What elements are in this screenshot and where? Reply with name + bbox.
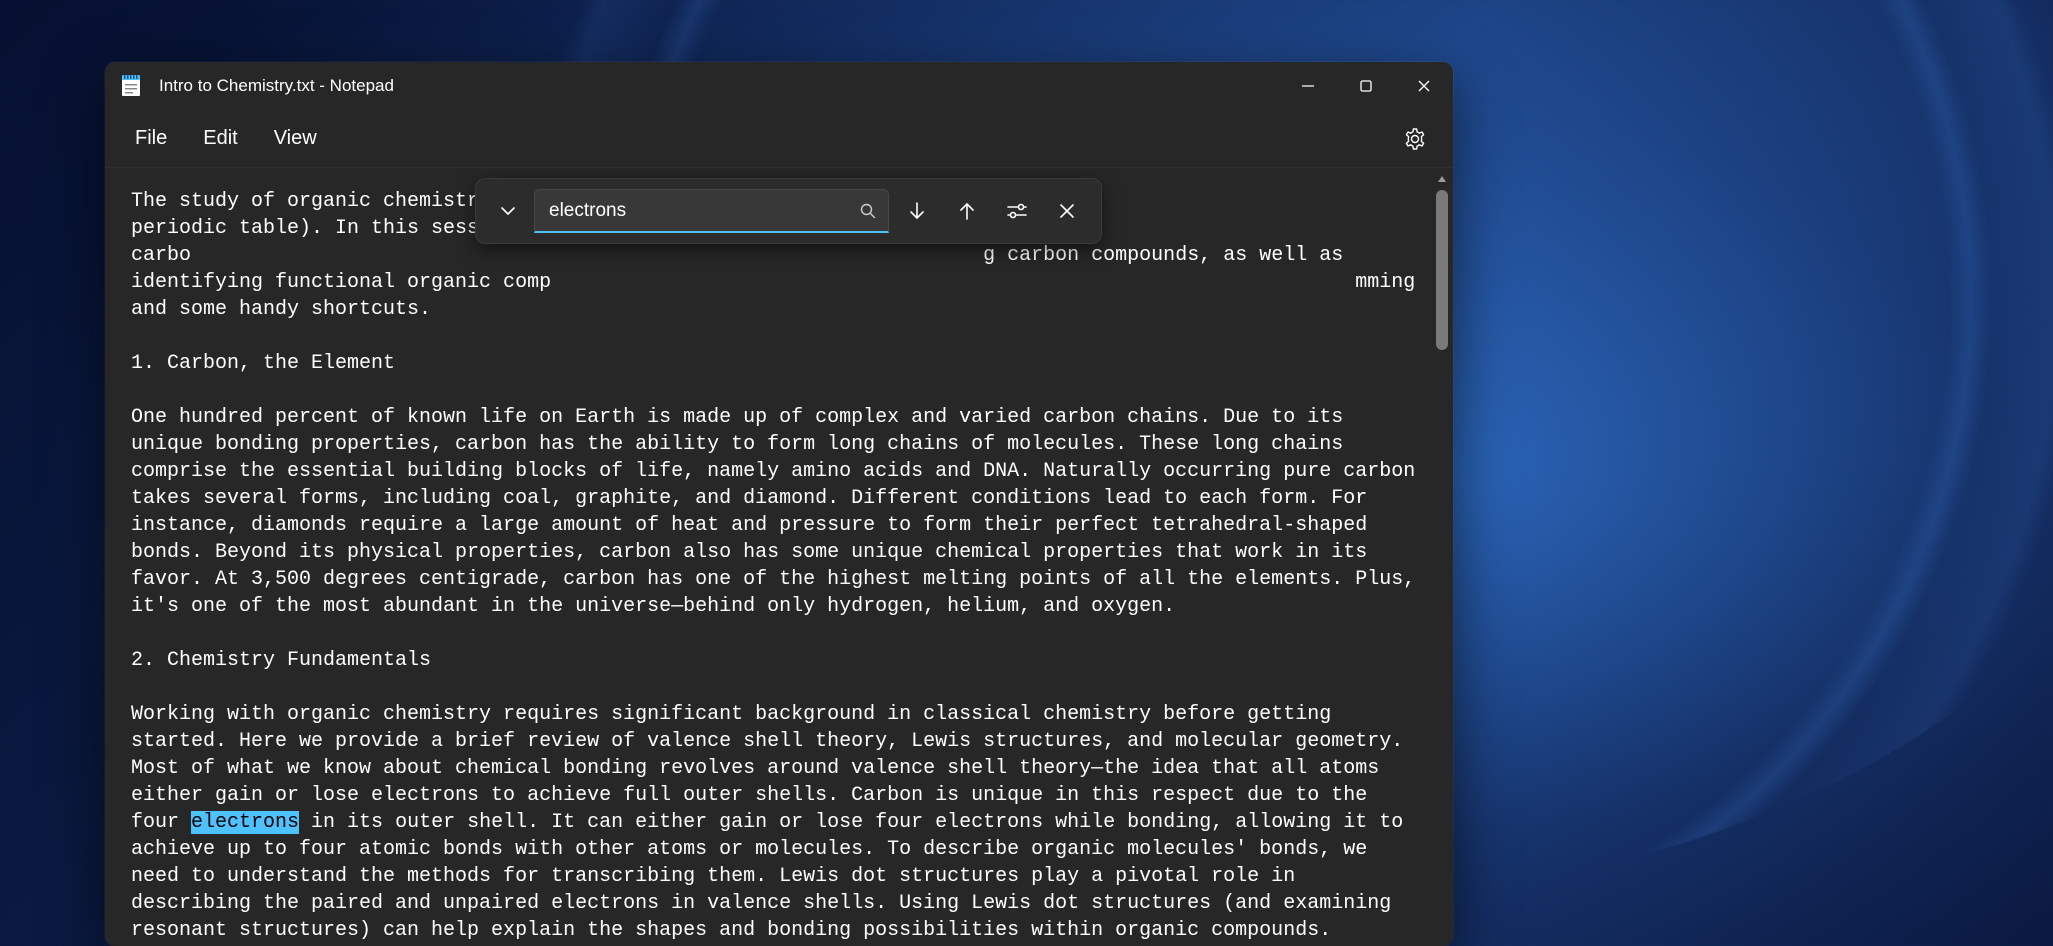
text-area-container: The study of organic chemistry and XXXXX… — [105, 168, 1453, 946]
find-options-button[interactable] — [995, 189, 1039, 233]
find-previous-button[interactable] — [945, 189, 989, 233]
notepad-app-icon — [121, 75, 141, 97]
find-next-button[interactable] — [895, 189, 939, 233]
find-close-button[interactable] — [1045, 189, 1089, 233]
close-button[interactable] — [1395, 62, 1453, 110]
sliders-icon — [1005, 199, 1029, 223]
find-expand-toggle[interactable] — [488, 191, 528, 231]
menu-file[interactable]: File — [117, 119, 185, 158]
menu-view[interactable]: View — [256, 119, 335, 158]
search-icon[interactable] — [858, 201, 878, 221]
window-controls — [1279, 62, 1453, 110]
arrow-up-icon — [956, 200, 978, 222]
document-text[interactable]: The study of organic chemistry and XXXXX… — [105, 168, 1453, 946]
find-bar — [475, 178, 1102, 244]
gear-icon — [1403, 127, 1427, 151]
notepad-window: Intro to Chemistry.txt - Notepad File Ed… — [105, 62, 1453, 946]
scrollbar-track[interactable] — [1436, 190, 1448, 942]
scrollbar-thumb[interactable] — [1436, 190, 1448, 350]
settings-button[interactable] — [1393, 117, 1437, 161]
menu-edit[interactable]: Edit — [185, 119, 255, 158]
scrollbar-up-arrow[interactable] — [1433, 170, 1451, 188]
titlebar[interactable]: Intro to Chemistry.txt - Notepad — [105, 62, 1453, 110]
arrow-down-icon — [906, 200, 928, 222]
window-title: Intro to Chemistry.txt - Notepad — [159, 76, 1279, 96]
find-input[interactable] — [549, 200, 858, 222]
menubar: File Edit View — [105, 110, 1453, 168]
close-icon — [1058, 202, 1076, 220]
search-highlight: electrons — [191, 811, 299, 834]
maximize-button[interactable] — [1337, 62, 1395, 110]
find-input-container — [534, 189, 889, 233]
minimize-button[interactable] — [1279, 62, 1337, 110]
chevron-down-icon — [499, 202, 517, 220]
vertical-scrollbar[interactable] — [1433, 170, 1451, 944]
